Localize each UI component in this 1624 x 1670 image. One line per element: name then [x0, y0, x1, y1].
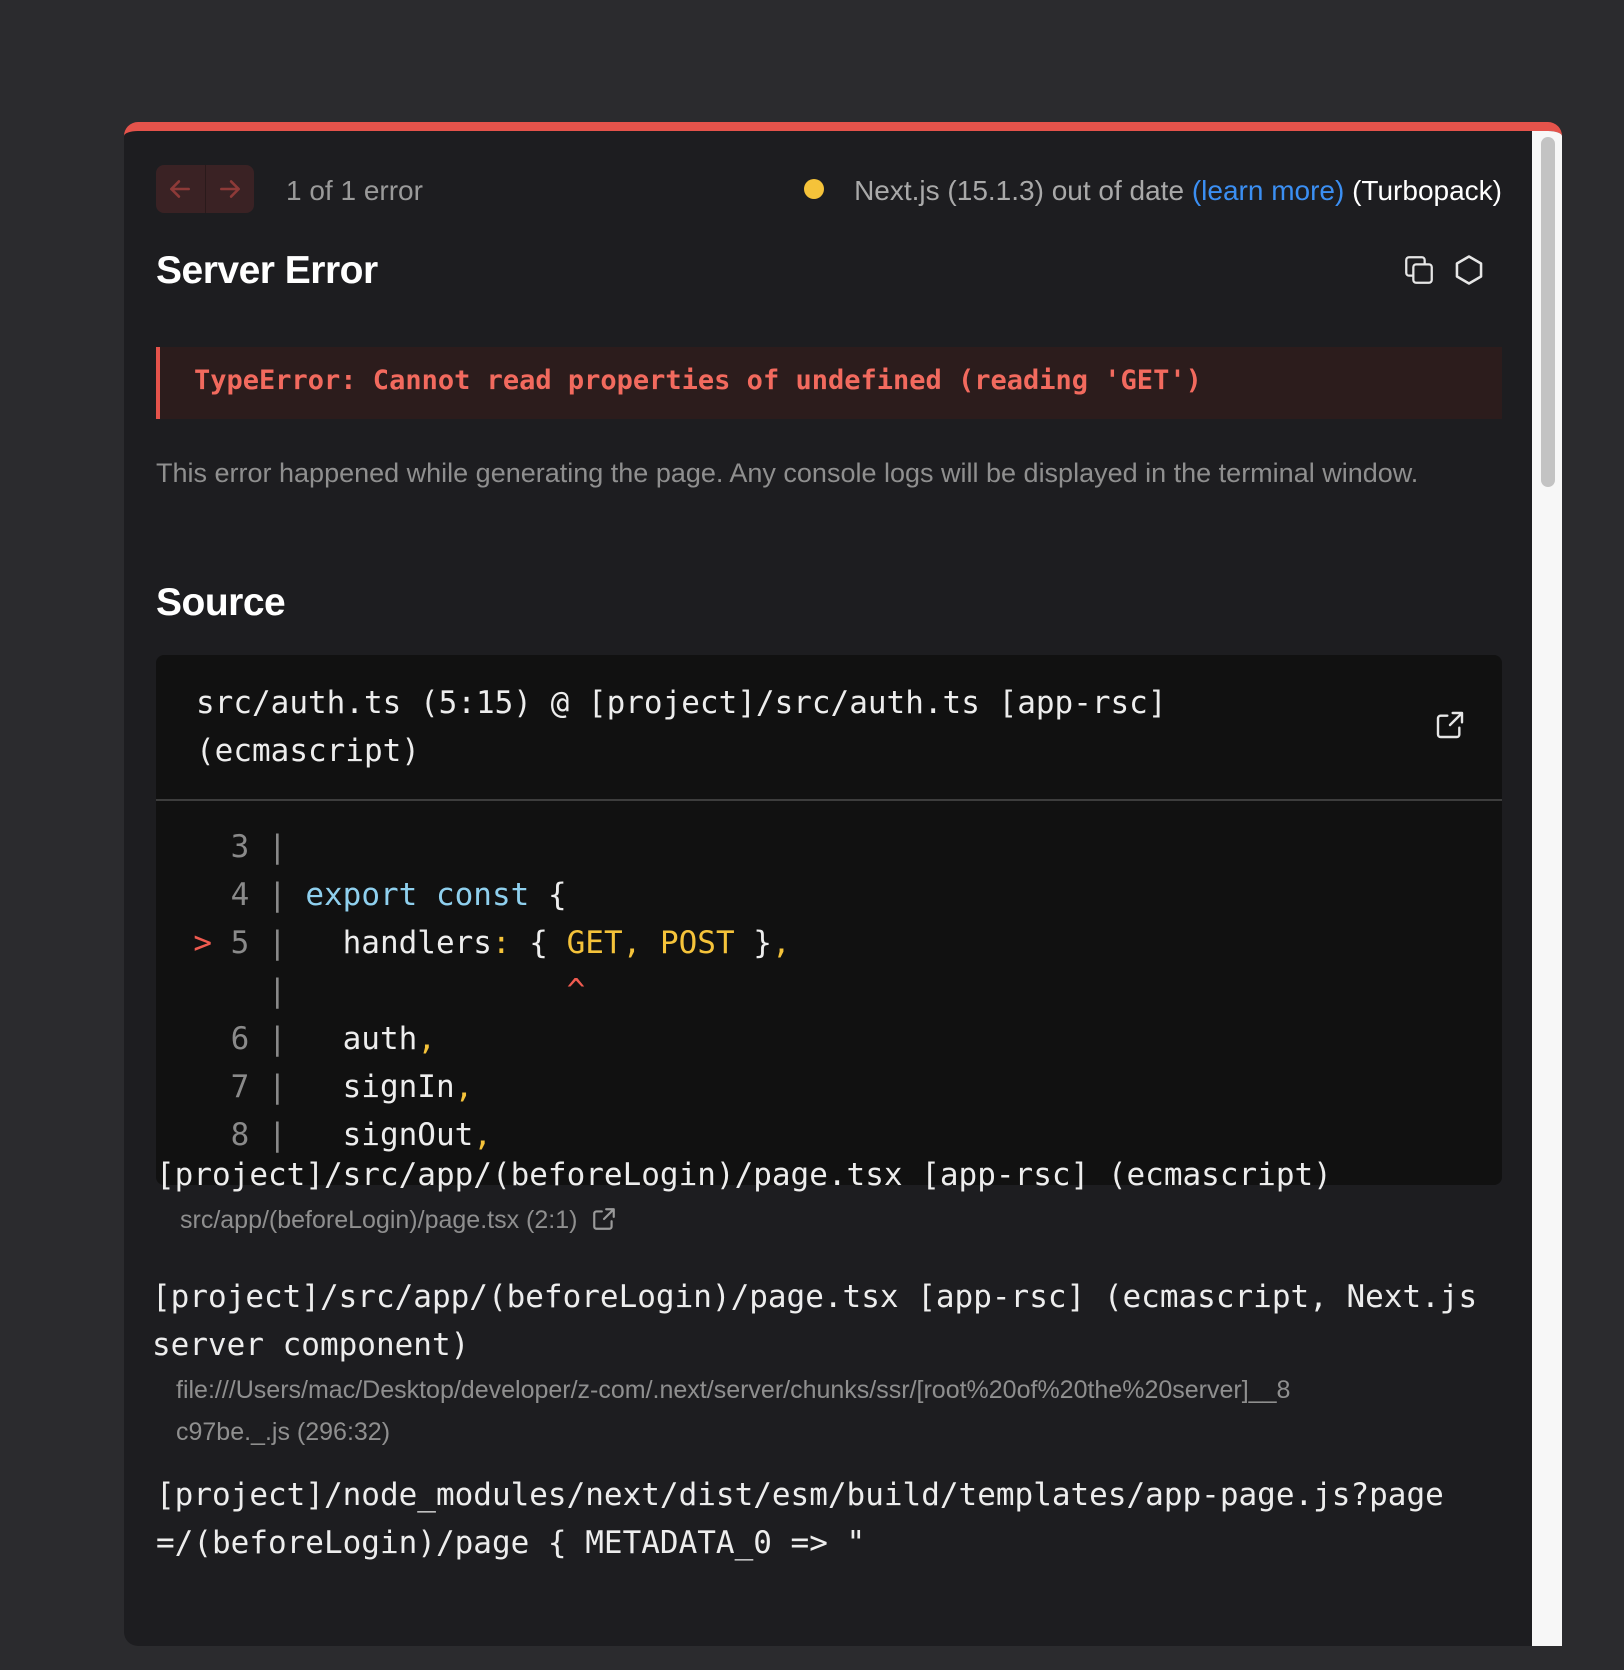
frame-location-text[interactable]: src/app/(beforeLogin)/page.tsx (2:1): [180, 1206, 577, 1234]
line-gutter: |: [249, 1069, 287, 1105]
line-gutter: |: [249, 925, 287, 961]
code-token: {: [510, 925, 567, 961]
arrow-left-icon: [170, 180, 191, 198]
copy-icon[interactable]: [1402, 253, 1436, 287]
code-line: 6 | auth,: [156, 1015, 791, 1063]
line-number: 3: [230, 829, 250, 865]
error-line-marker: [193, 829, 230, 865]
code-token: signIn: [286, 1069, 455, 1105]
code-token: ,: [622, 925, 642, 961]
line-gutter: |: [249, 1117, 287, 1153]
code-token: GET: [566, 925, 623, 961]
code-token: }: [734, 925, 772, 961]
title-actions: [1402, 253, 1486, 287]
frame-function: [project]/src/app/(beforeLogin)/page.tsx…: [152, 1279, 1478, 1363]
code-line: | ^: [156, 967, 791, 1015]
code-token: ,: [454, 1069, 474, 1105]
line-gutter: |: [249, 877, 287, 913]
code-token: {: [529, 877, 567, 913]
scrollbar[interactable]: [1532, 131, 1562, 1646]
code-token: ,: [417, 1021, 436, 1057]
next-error-button[interactable]: [204, 165, 255, 213]
call-stack-frame: [project]/src/app/(beforeLogin)/page.tsx…: [156, 1151, 1502, 1241]
line-gutter: |: [249, 973, 287, 1009]
code-frame-header: src/auth.ts (5:15) @ [project]/src/auth.…: [156, 655, 1502, 801]
overlay-header: 1 of 1 error Next.js (15.1.3) out of dat…: [156, 163, 1502, 213]
line-number: 5: [230, 925, 250, 961]
line-number: 6: [230, 1021, 250, 1057]
open-in-editor-icon[interactable]: [1434, 709, 1466, 741]
code-token: const: [435, 877, 530, 913]
code-lines: 3 | 4 | export const { > 5 | handlers: {…: [156, 823, 791, 1159]
bundler-label: (Turbopack): [1352, 175, 1502, 206]
error-line-marker: >: [193, 925, 231, 961]
code-line: 7 | signIn,: [156, 1063, 791, 1111]
code-line: 4 | export const {: [156, 871, 791, 919]
code-line: 3 |: [156, 823, 791, 871]
error-line-marker: [193, 973, 230, 1009]
code-frame: src/auth.ts (5:15) @ [project]/src/auth.…: [156, 655, 1502, 1185]
page-title: Server Error: [156, 249, 378, 292]
arrow-right-icon: [219, 180, 240, 198]
code-token: handlers: [286, 925, 492, 961]
error-line-marker: [193, 1021, 230, 1057]
line-number: [231, 973, 250, 1009]
error-line-marker: [193, 877, 230, 913]
version-status: Next.js (15.1.3) out of date (learn more…: [804, 175, 1502, 207]
code-token: ,: [473, 1117, 492, 1153]
code-token: POST: [659, 925, 735, 961]
error-count: 1 of 1 error: [286, 175, 423, 206]
scrollbar-thumb[interactable]: [1541, 137, 1555, 487]
error-hint: This error happened while generating the…: [156, 458, 1419, 488]
version-text: Next.js (15.1.3) out of date: [854, 175, 1185, 206]
error-message-box: TypeError: Cannot read properties of und…: [156, 347, 1502, 419]
code-token: :: [491, 925, 511, 961]
error-pagination: [156, 165, 254, 213]
call-stack-frame: [project]/node_modules/next/dist/esm/bui…: [156, 1471, 1456, 1567]
error-message: TypeError: Cannot read properties of und…: [194, 365, 1202, 396]
source-file-location: src/auth.ts (5:15) @ [project]/src/auth.…: [196, 685, 1167, 769]
call-stack-frame: [project]/src/app/(beforeLogin)/page.tsx…: [152, 1273, 1482, 1453]
code-token: auth: [286, 1021, 418, 1057]
frame-location[interactable]: src/app/(beforeLogin)/page.tsx (2:1): [180, 1199, 1502, 1241]
source-heading: Source: [156, 581, 286, 624]
frame-function: [project]/node_modules/next/dist/esm/bui…: [156, 1477, 1444, 1561]
external-link-icon[interactable]: [591, 1206, 617, 1232]
code-token: export: [305, 877, 418, 913]
line-gutter: |: [249, 1021, 287, 1057]
status-dot-icon: [804, 179, 825, 199]
frame-location[interactable]: file:///Users/mac/Desktop/developer/z-co…: [176, 1369, 1296, 1453]
line-number: 8: [230, 1117, 250, 1153]
code-token: ^: [566, 973, 586, 1009]
line-gutter: |: [249, 829, 287, 865]
error-line-marker: [193, 1069, 230, 1105]
frame-function: [project]/src/app/(beforeLogin)/page.tsx…: [156, 1157, 1332, 1193]
error-line-marker: [193, 1117, 230, 1153]
error-overlay-dialog: 1 of 1 error Next.js (15.1.3) out of dat…: [124, 122, 1562, 1646]
learn-more-link[interactable]: (learn more): [1192, 175, 1344, 206]
code-line: > 5 | handlers: { GET, POST },: [156, 919, 791, 967]
nodejs-inspector-icon[interactable]: [1452, 253, 1486, 287]
line-number: 4: [230, 877, 250, 913]
line-number: 7: [230, 1069, 250, 1105]
previous-error-button[interactable]: [156, 165, 205, 213]
code-token: signOut: [286, 1117, 474, 1153]
code-token: ,: [771, 925, 791, 961]
